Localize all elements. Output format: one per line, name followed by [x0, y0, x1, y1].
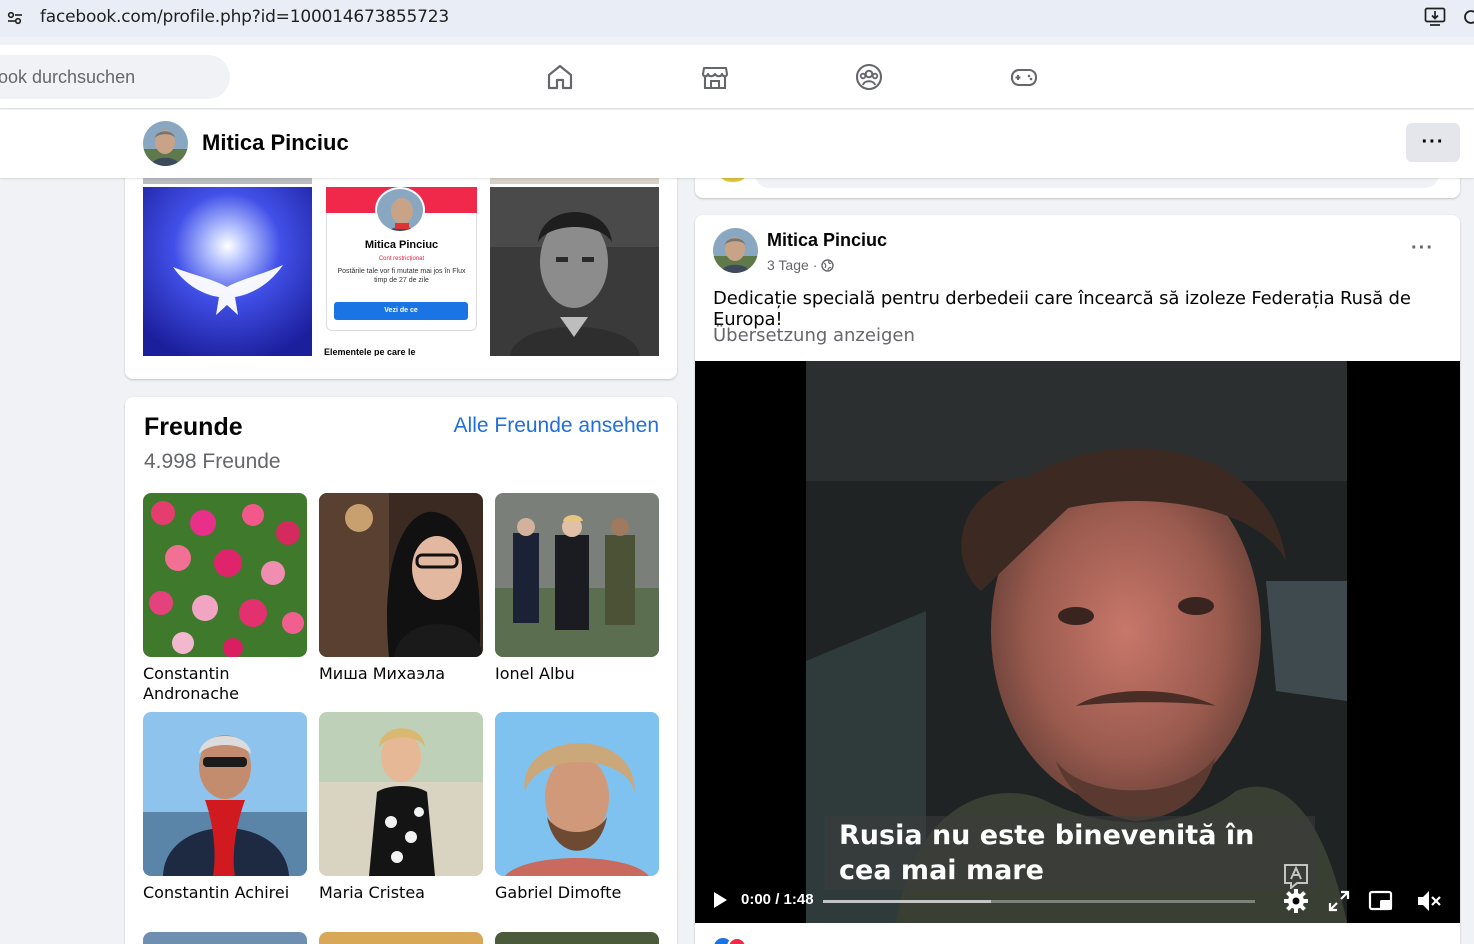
friend-name[interactable]: Gabriel Dimofte	[495, 883, 659, 903]
screenshot-button: Vezi de ce	[334, 302, 468, 320]
friend-photo[interactable]	[319, 712, 483, 876]
post-author-avatar[interactable]	[713, 228, 758, 273]
facebook-top-nav: ook durchsuchen	[0, 45, 1474, 109]
friend-name[interactable]: Constantin Achirei	[143, 883, 307, 903]
profile-sticky-header: Mitica Pinciuc ···	[0, 110, 1474, 178]
site-settings-icon[interactable]	[6, 9, 24, 27]
friend-item[interactable]: Constantin Andronache	[143, 493, 307, 704]
photos-card: Mitica Pinciuc Cont restricționat Postăr…	[125, 160, 677, 379]
fullscreen-icon[interactable]	[1326, 888, 1352, 914]
post-text: Dedicație specială pentru derbedeii care…	[713, 288, 1411, 330]
marketplace-icon[interactable]	[700, 62, 730, 92]
post-options-button[interactable]: ···	[1411, 237, 1434, 260]
search-input[interactable]: ook durchsuchen	[0, 55, 230, 99]
friend-name[interactable]: Ionel Albu	[495, 664, 659, 684]
friend-photo[interactable]	[495, 712, 659, 876]
post-author-name[interactable]: Mitica Pinciuc	[767, 230, 887, 251]
video-controls: 0:00 / 1:48	[695, 879, 1460, 923]
reaction-icons[interactable]	[713, 935, 753, 944]
friend-name[interactable]: Миша Михаэла	[319, 664, 483, 684]
portrait-photo[interactable]	[490, 187, 659, 356]
video-player[interactable]: Rusia nu este binevenită în cea mai mare…	[695, 361, 1460, 923]
see-all-friends-link[interactable]: Alle Freunde ansehen	[454, 414, 659, 438]
install-app-icon[interactable]	[1424, 7, 1446, 27]
browser-menu-icon[interactable]	[1464, 8, 1474, 26]
friend-name[interactable]: Constantin Andronache	[143, 664, 307, 704]
address-field[interactable]: facebook.com/profile.php?id=100014673855…	[40, 7, 449, 27]
friend-photo[interactable]	[143, 932, 307, 944]
see-translation-link[interactable]: Übersetzung anzeigen	[713, 325, 915, 346]
muted-volume-icon[interactable]	[1416, 888, 1442, 914]
profile-name[interactable]: Mitica Pinciuc	[202, 130, 349, 156]
video-time: 0:00 / 1:48	[741, 891, 814, 908]
screenshot-message: Postările tale vor fi mutate mai jos în …	[337, 268, 466, 284]
search-placeholder: ook durchsuchen	[0, 66, 136, 87]
friend-photo[interactable]	[319, 493, 483, 657]
video-buffered-fill	[823, 900, 992, 903]
friend-photo[interactable]	[495, 932, 659, 944]
friend-item[interactable]: Constantin Achirei	[143, 712, 307, 903]
play-icon[interactable]	[712, 891, 728, 909]
friend-item[interactable]: Gabriel Dimofte	[495, 712, 659, 903]
gaming-icon[interactable]	[1009, 62, 1039, 92]
post-card: Mitica Pinciuc 3 Tage · ··· Dedicație sp…	[695, 215, 1460, 944]
screenshot-status: Cont restricționat	[378, 256, 425, 262]
friend-item[interactable]: Maria Cristea	[319, 712, 483, 903]
friend-photo[interactable]	[143, 712, 307, 876]
friend-photo[interactable]	[319, 932, 483, 944]
profile-avatar[interactable]	[143, 121, 188, 166]
groups-icon[interactable]	[854, 62, 884, 92]
post-time[interactable]: 3 Tage	[767, 257, 809, 273]
friend-name[interactable]: Maria Cristea	[319, 883, 483, 903]
home-icon[interactable]	[545, 62, 575, 92]
dove-photo[interactable]	[143, 187, 312, 356]
profile-more-button[interactable]: ···	[1406, 123, 1460, 162]
friend-item[interactable]: Ionel Albu	[495, 493, 659, 684]
screenshot-footer: Elementele pe care le	[324, 347, 416, 356]
friends-title: Freunde	[144, 413, 243, 441]
settings-icon[interactable]	[1283, 888, 1309, 914]
friend-photo[interactable]	[495, 493, 659, 657]
restricted-account-screenshot[interactable]: Mitica Pinciuc Cont restricționat Postăr…	[317, 187, 486, 356]
globe-icon	[821, 258, 835, 272]
meta-separator: ·	[812, 257, 818, 273]
friend-item[interactable]: Миша Михаэла	[319, 493, 483, 684]
friends-card: Freunde Alle Freunde ansehen 4.998 Freun…	[125, 397, 677, 944]
screenshot-name: Mitica Pinciuc	[364, 239, 439, 251]
friends-count: 4.998 Freunde	[144, 450, 281, 473]
browser-url-bar: facebook.com/profile.php?id=100014673855…	[0, 0, 1474, 37]
video-progress-bar[interactable]	[823, 900, 1255, 903]
picture-in-picture-icon[interactable]	[1368, 888, 1394, 914]
post-meta: 3 Tage ·	[767, 257, 835, 273]
friend-photo[interactable]	[143, 493, 307, 657]
